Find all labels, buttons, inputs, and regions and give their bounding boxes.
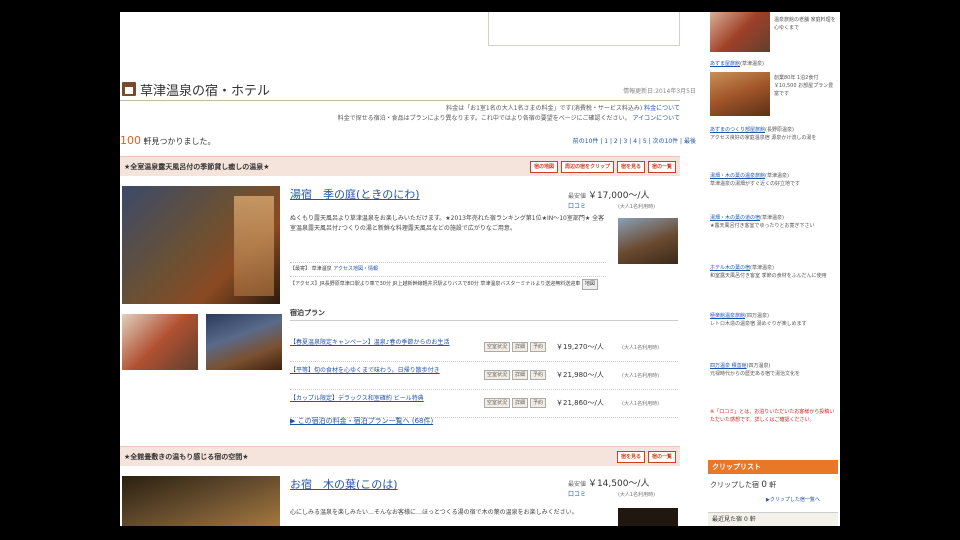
plan-header: 宿泊プラン — [290, 308, 678, 321]
listing2-price: 最安値 ￥14,500～/人 口コミ (大人1名利用時) — [568, 479, 656, 498]
plan-name-link[interactable]: 【平等】旬の食材を心ゆくまで味わう。日帰り散歩付き — [290, 366, 476, 376]
availability-button[interactable]: 空室状況 — [484, 398, 511, 408]
pager[interactable]: 前の10件 | 1 | 2 | 3 | 4 | 5 | 次の10件 | 最後 — [573, 136, 696, 145]
detail-button[interactable]: 詳細 — [512, 342, 529, 352]
view-hotel-button[interactable]: 宿を見る — [616, 450, 645, 463]
listing1-access: 【最寄】 草津温泉 アクセス地図・情報 — [290, 262, 606, 272]
icon-info-link[interactable]: アイコンについて — [632, 115, 680, 122]
plan-row: 【平等】旬の食材を心ゆくまで味わう。日帰り散歩付き 空室状況 詳細 予約 ￥21… — [290, 364, 678, 390]
plan-row: 【カップル限定】デラックス和室確約 ビール特典 空室状況 詳細 予約 ￥21,8… — [290, 392, 678, 418]
reserve-button[interactable]: 予約 — [530, 370, 547, 380]
result-count: 100 軒見つかりました。 — [120, 134, 216, 147]
listing1-price: 最安値 ￥17,000～/人 口コミ (大人1名利用時) — [568, 191, 656, 210]
listing1-thumb-food[interactable] — [122, 314, 198, 370]
sidebar-thumb-room[interactable] — [710, 72, 770, 116]
area-map-button[interactable]: 地図 — [581, 279, 598, 290]
sidebar: 温泉旅館の老舗 家庭料理を心ゆくまで あずま屋旅館(草津温泉) 創業80年 1泊… — [706, 12, 840, 526]
review-link[interactable]: 口コミ — [568, 203, 586, 210]
clip-count: クリップした宿 0 軒 — [710, 480, 777, 490]
listing1-area: 【アクセス】JR長野原草津口駅より車で30分 JR上越新幹線軽井沢駅よりバスで8… — [290, 276, 606, 290]
list-button[interactable]: 宿の一覧 — [647, 450, 676, 463]
top-info-box — [488, 12, 680, 46]
sidebar-list-item: 四万温泉 積善館(四万温泉) 元禄時代からの歴史ある宿で湯治文化を — [710, 363, 801, 377]
listing1-action-buttons: 宿の地図 周辺の宿をクリップ 宿を見る 宿の一覧 — [529, 160, 676, 173]
plan-name-link[interactable]: 【カップル限定】デラックス和室確約 ビール特典 — [290, 394, 476, 404]
all-plans-link[interactable]: ▶ この宿泊の料金・宿泊プラン一覧へ (68件) — [290, 416, 433, 426]
view-hotel-button[interactable]: 宿を見る — [616, 160, 645, 173]
sidebar-list-item: 極楽館温泉旅館(四万温泉) レトロ木造の温泉宿 湯めぐりが楽しめます — [710, 313, 807, 327]
listing2-exterior-photo[interactable] — [618, 508, 678, 526]
review-link[interactable]: 口コミ — [568, 491, 586, 498]
price-info-link[interactable]: 料金について — [644, 105, 680, 112]
map-button[interactable]: 宿の地図 — [529, 160, 558, 173]
page-title-text: 草津温泉の宿・ホテル — [140, 83, 271, 99]
sidebar-list-item: 湯畑・木の葉の温泉旅館(草津温泉) 草津温泉の湯畑がすぐ近くの好立地です — [710, 173, 801, 187]
plan-row: 【春夏温泉限定キャンペーン】温泉♪春の季節からのお生活 空室状況 詳細 予約 ￥… — [290, 336, 678, 362]
update-date: 情報更新日:2014年3月5日 — [623, 88, 696, 95]
browser-viewport: 草津温泉の宿・ホテル 情報更新日:2014年3月5日 料金は「お1室1名の大人1… — [120, 12, 840, 526]
title-divider — [120, 100, 680, 101]
price-notice: 料金は「お1室1名の大人1名さまの料金」です(消費税・サービス料込み) 料金につ… — [337, 105, 680, 122]
listing2-hotel-name[interactable]: お宿 木の葉(このは) — [290, 476, 398, 492]
listing1-main-photo[interactable] — [122, 186, 280, 304]
reserve-button[interactable]: 予約 — [530, 342, 547, 352]
listing1-hotel-name[interactable]: 湯宿 季の庭(ときのにわ) — [290, 186, 420, 202]
listing1-category-bar: ★全室温泉露天風呂付の季節貸し癒しの温泉★ 宿の地図 周辺の宿をクリップ 宿を見… — [120, 156, 680, 176]
listing2-description: 心にしみる温泉を楽しみたい…そんなお客様に…ほっとつくる湯の宿で木の葉の温泉をお… — [290, 509, 578, 516]
sidebar-thumb-food[interactable] — [710, 12, 770, 52]
clip-list-link[interactable]: ▶クリップした宿一覧へ — [766, 496, 820, 503]
history-bar: 最近見た宿 0 軒 — [708, 512, 838, 526]
listing1-description: ぬくもり露天風呂より草津温泉をお楽しみいただけます。★2013年売れた宿ランキン… — [290, 215, 605, 232]
listing2-main-photo[interactable] — [122, 476, 280, 526]
page-title: 草津温泉の宿・ホテル — [122, 80, 271, 99]
detail-button[interactable]: 詳細 — [512, 370, 529, 380]
listing1-thumb-bath[interactable] — [206, 314, 282, 370]
access-map-link[interactable]: アクセス地図・情報 — [333, 266, 378, 272]
list-button[interactable]: 宿の一覧 — [647, 160, 676, 173]
clip-button[interactable]: 周辺の宿をクリップ — [560, 160, 614, 173]
home-icon — [122, 82, 136, 96]
detail-button[interactable]: 詳細 — [512, 398, 529, 408]
sidebar-list-item: ホテル木の葉の宿(草津温泉) 和室露天風呂付き客室 季節の食材をふんだんに使用 — [710, 265, 827, 279]
review-note: ※「口コミ」とは、お泊りいただいたお客様から投稿いただいた感想です。詳しくはご確… — [710, 409, 835, 423]
availability-button[interactable]: 空室状況 — [484, 342, 511, 352]
main-content: 草津温泉の宿・ホテル 情報更新日:2014年3月5日 料金は「お1室1名の大人1… — [120, 12, 698, 526]
listing2-category-bar: ★全館畳敷きの温もり感じる宿の空間★ 宿を見る 宿の一覧 — [120, 446, 680, 466]
plan-name-link[interactable]: 【春夏温泉限定キャンペーン】温泉♪春の季節からのお生活 — [290, 338, 476, 348]
listing1-exterior-photo[interactable] — [618, 218, 678, 264]
sidebar-hotel-link[interactable]: あずま屋旅館 — [710, 61, 740, 67]
sidebar-list-item: あずまのつくり部屋旅館(長野原温泉) アクセス良好の家庭温泉宿 源泉かけ流しの湯… — [710, 127, 817, 141]
sidebar-list-item: 湯畑・木の葉の道の宿(草津温泉) ★露天風呂付き客室でゆったりとお寛ぎ下さい — [710, 215, 815, 229]
availability-button[interactable]: 空室状況 — [484, 370, 511, 380]
reserve-button[interactable]: 予約 — [530, 398, 547, 408]
clip-list-header: クリップリスト — [708, 460, 838, 474]
